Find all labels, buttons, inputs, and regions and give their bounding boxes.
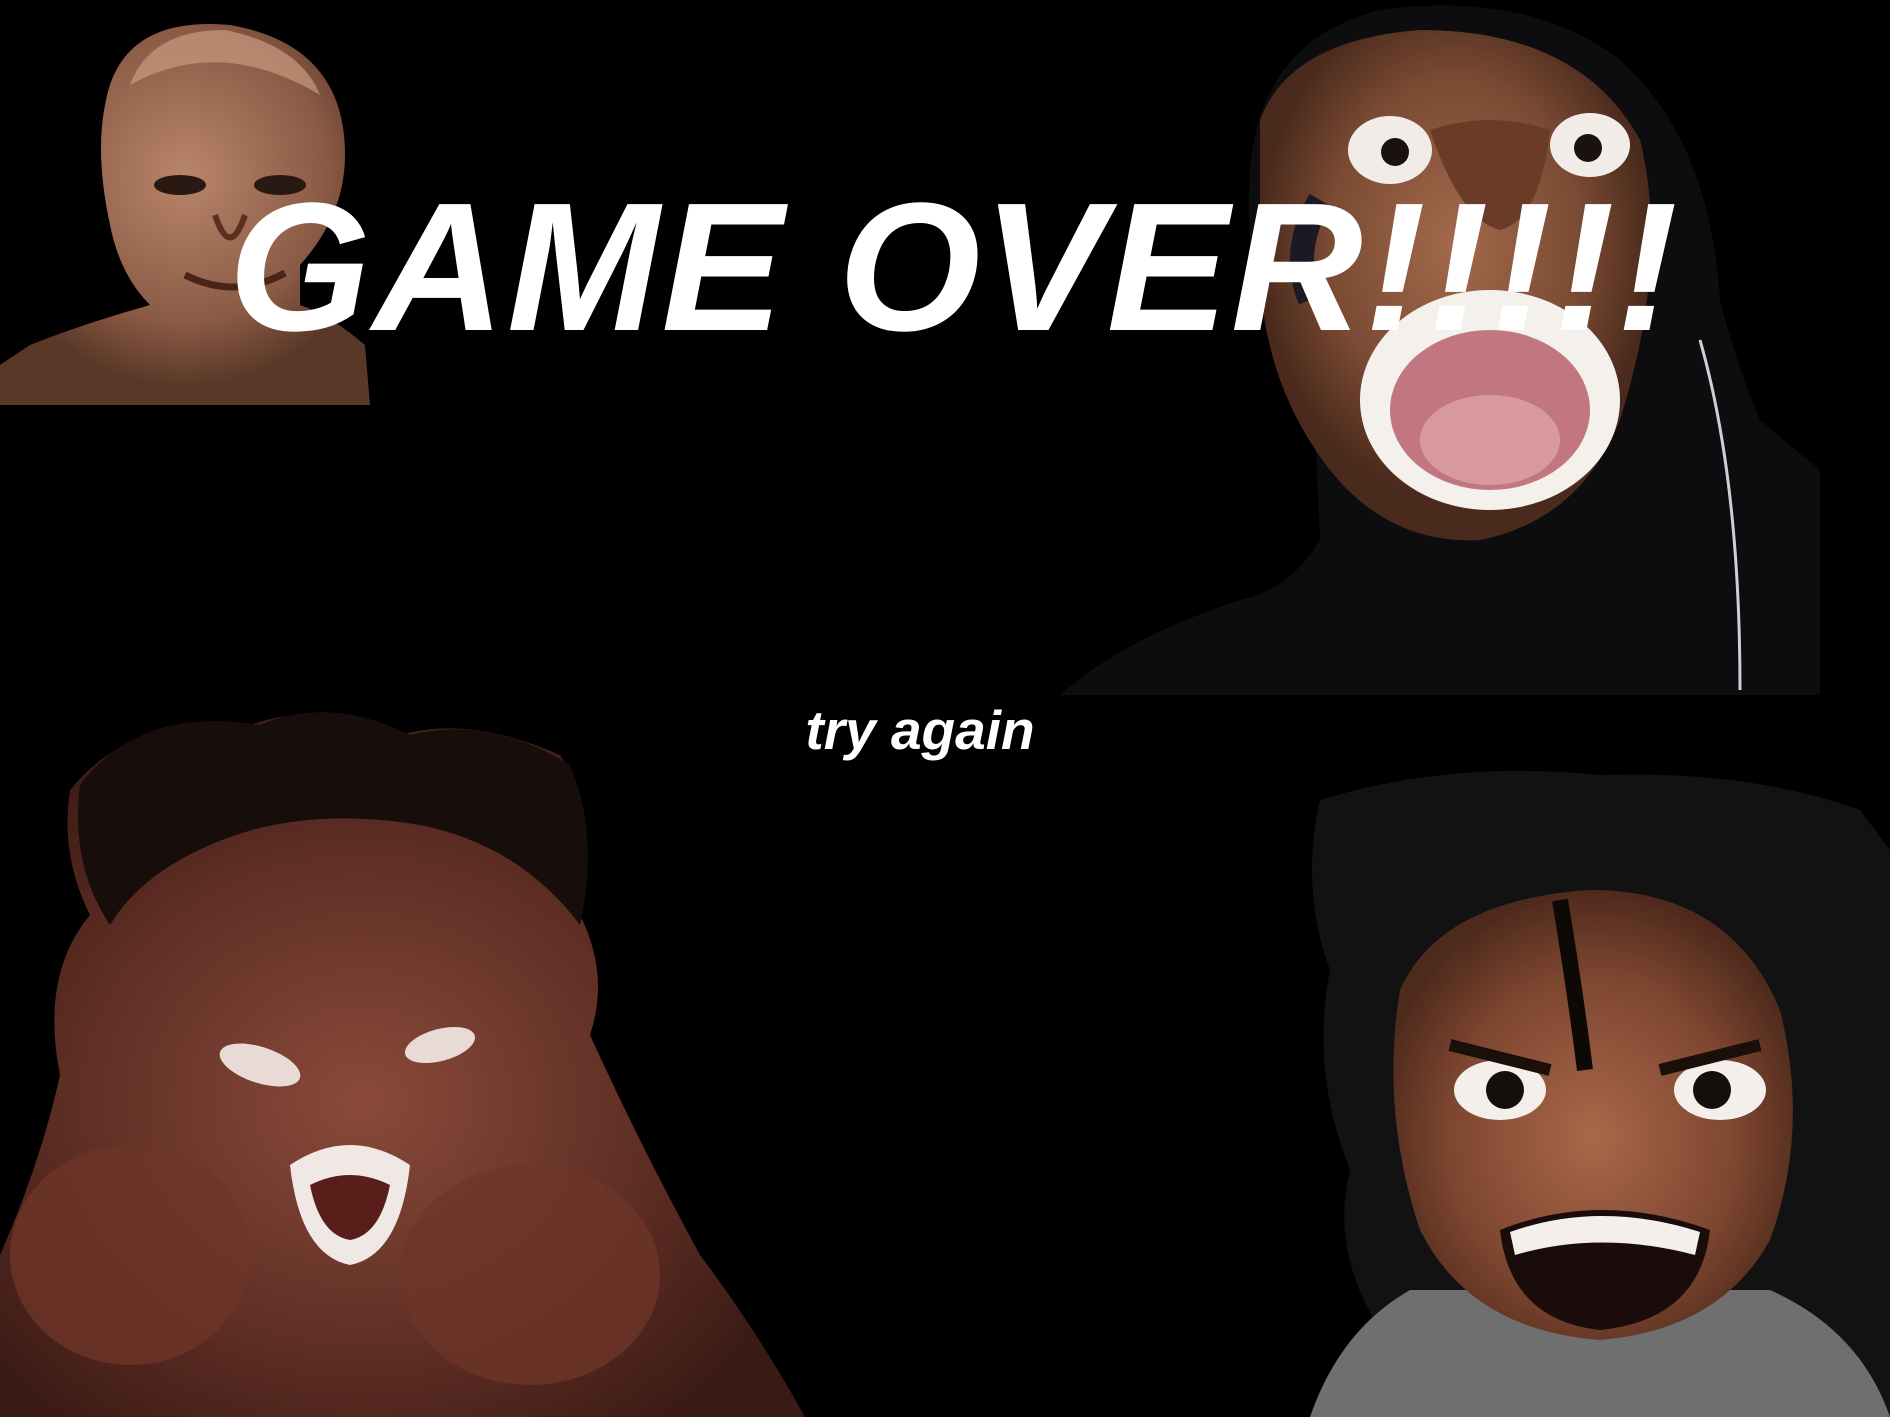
game-over-title: GAME OVER!!!!! [228, 164, 1680, 369]
flexing-face-photo [0, 695, 805, 1417]
try-again-button[interactable]: try again [740, 700, 1100, 761]
game-over-screen: GAME OVER!!!!! try again [0, 0, 1890, 1417]
grimacing-face-photo [1300, 770, 1890, 1417]
